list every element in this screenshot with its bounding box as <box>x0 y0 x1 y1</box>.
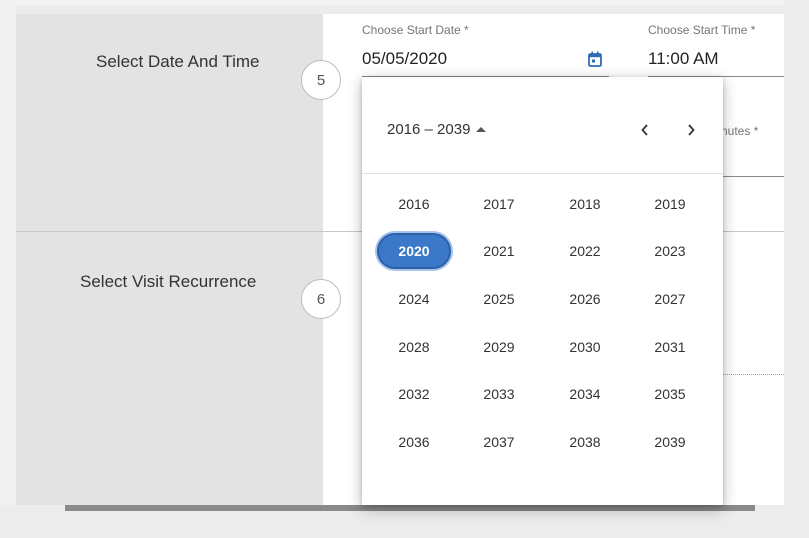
duration-underline <box>723 176 784 177</box>
duration-label: nutes * <box>721 124 759 138</box>
step-label-date-time: Select Date And Time <box>96 52 260 71</box>
window-frame-bottom-bar <box>65 505 755 511</box>
year-option[interactable]: 2021 <box>462 233 536 269</box>
year-option[interactable]: 2035 <box>633 376 707 412</box>
year-option[interactable]: 2034 <box>548 376 622 412</box>
year-option[interactable]: 2030 <box>548 329 622 365</box>
step-number-6: 6 <box>301 279 341 319</box>
year-grid: 2016 2017 2018 2019 2020 2021 2022 2023 2024 2025… <box>362 77 723 505</box>
year-option[interactable]: 2038 <box>548 424 622 460</box>
year-option[interactable]: 2022 <box>548 233 622 269</box>
start-time-label: Choose Start Time * <box>648 23 756 37</box>
year-option[interactable]: 2033 <box>462 376 536 412</box>
year-option[interactable]: 2036 <box>377 424 451 460</box>
step-number-5: 5 <box>301 60 341 100</box>
year-option[interactable]: 2029 <box>462 329 536 365</box>
year-option[interactable]: 2039 <box>633 424 707 460</box>
year-option[interactable]: 2028 <box>377 329 451 365</box>
year-option[interactable]: 2024 <box>377 281 451 317</box>
step-label-recurrence: Select Visit Recurrence <box>80 272 257 291</box>
year-option[interactable]: 2026 <box>548 281 622 317</box>
year-option[interactable]: 2019 <box>633 186 707 222</box>
year-option[interactable]: 2016 <box>377 186 451 222</box>
year-option[interactable]: 2017 <box>462 186 536 222</box>
year-option[interactable]: 2037 <box>462 424 536 460</box>
calendar-icon[interactable] <box>588 51 602 67</box>
start-date-label: Choose Start Date * <box>362 23 469 37</box>
step-labels-panel <box>16 14 323 505</box>
year-option[interactable]: 2031 <box>633 329 707 365</box>
year-option[interactable]: 2018 <box>548 186 622 222</box>
window-frame-top-edge <box>0 0 809 5</box>
start-time-input[interactable]: 11:00 AM <box>648 49 719 69</box>
window-frame-left <box>0 0 16 538</box>
dotted-divider <box>723 374 784 375</box>
year-option[interactable]: 2032 <box>377 376 451 412</box>
start-date-input[interactable]: 05/05/2020 <box>362 49 447 69</box>
window-frame-right <box>784 0 809 538</box>
year-picker-popup: 2016 – 2039 2016 2017 2018 2019 2020 2021 2022… <box>362 77 723 505</box>
year-option-selected[interactable]: 2020 <box>377 233 451 269</box>
year-option[interactable]: 2025 <box>462 281 536 317</box>
year-option[interactable]: 2023 <box>633 233 707 269</box>
year-option[interactable]: 2027 <box>633 281 707 317</box>
